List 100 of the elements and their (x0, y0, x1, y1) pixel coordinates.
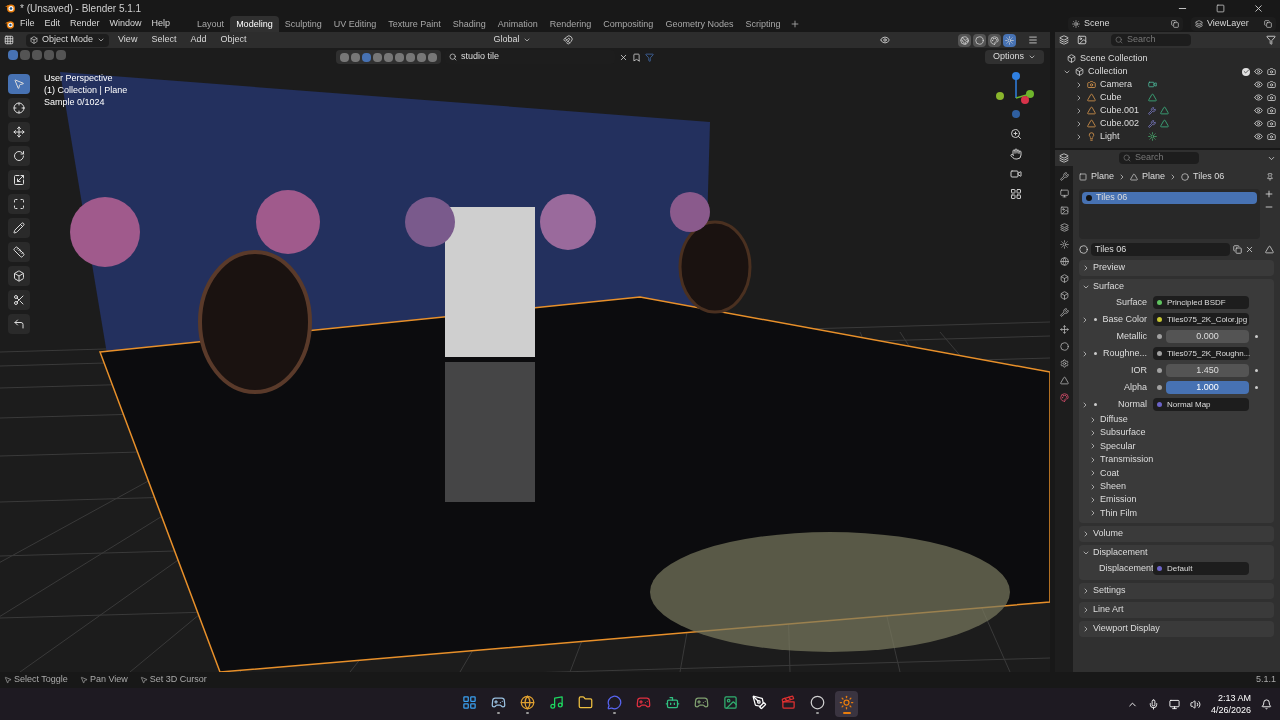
viewport-menu[interactable]: Select (146, 33, 182, 47)
expand-icon[interactable] (1081, 400, 1089, 409)
viewport-menu[interactable]: Object (215, 33, 252, 47)
visibility-icon[interactable] (1254, 93, 1263, 102)
add-slot-icon[interactable] (1264, 189, 1274, 199)
shading-toggle[interactable] (988, 33, 1001, 47)
visibility-icon[interactable] (880, 35, 890, 45)
properties-tab-icon[interactable] (1059, 172, 1069, 181)
shading-toggle[interactable] (1003, 33, 1016, 47)
shading-toggle[interactable] (973, 33, 986, 47)
pin-icon[interactable] (1266, 173, 1274, 181)
view-layer-selector[interactable]: ViewLayer (1191, 17, 1276, 31)
panel-header[interactable]: Viewport Display (1079, 621, 1274, 637)
shading-toggle[interactable] (958, 33, 971, 47)
subpanel-header[interactable]: Specular (1079, 439, 1274, 454)
tool-button[interactable] (8, 98, 30, 118)
render-icon[interactable] (1267, 93, 1276, 102)
material-name-field[interactable]: Tiles 06 (1091, 243, 1230, 256)
display-mode-icon[interactable] (1059, 35, 1069, 45)
viewport-menu[interactable]: Add (185, 33, 212, 47)
menu-item[interactable]: Edit (39, 17, 66, 31)
workspace-tab[interactable]: Shading (446, 16, 492, 32)
panel-header[interactable]: Settings (1079, 583, 1274, 599)
microphone-icon[interactable] (1147, 698, 1159, 710)
notification-icon[interactable] (1261, 698, 1272, 710)
panel-header[interactable]: Volume (1079, 526, 1274, 542)
workspace-tab[interactable]: Modeling (230, 16, 279, 32)
properties-tab-icon[interactable] (1059, 376, 1069, 385)
outliner-item[interactable]: Camera (1100, 78, 1144, 91)
properties-tab-icon[interactable] (1059, 393, 1069, 402)
material-slot[interactable]: Tiles 06 (1082, 192, 1257, 204)
workspace-tab[interactable]: Layout (191, 16, 231, 32)
workspace-tab[interactable]: Sculpting (278, 16, 328, 32)
mode-dropdown[interactable]: Object Mode (26, 33, 110, 47)
visibility-icon[interactable] (1254, 119, 1263, 128)
subpanel-header[interactable]: Diffuse (1079, 413, 1274, 427)
restore-icon[interactable] (1216, 3, 1225, 13)
tool-button[interactable] (8, 146, 30, 166)
scene-selector[interactable]: Scene (1068, 17, 1183, 31)
properties-tab-icon[interactable] (1059, 274, 1069, 283)
outliner-item[interactable]: Cube (1100, 91, 1144, 104)
workspace-tab[interactable]: Scripting (739, 16, 787, 32)
properties-search-field[interactable]: Search (1119, 152, 1199, 164)
duplicate-icon[interactable] (1233, 245, 1242, 254)
expand-icon[interactable] (1081, 349, 1089, 358)
subpanel-header[interactable]: Coat (1079, 466, 1274, 480)
unlink-icon[interactable] (1245, 245, 1254, 254)
include-checkbox[interactable] (1242, 67, 1250, 76)
subpanel-header[interactable]: Transmission (1079, 453, 1274, 467)
panel-header[interactable]: Displacement (1079, 545, 1274, 561)
node-link-field[interactable]: Tiles075_2K_Roughn... (1153, 347, 1249, 360)
render-icon[interactable] (1267, 106, 1276, 115)
node-link-field[interactable]: Principled BSDF (1153, 296, 1249, 309)
workspace-tab[interactable]: Animation (491, 16, 544, 32)
tool-button[interactable] (8, 194, 30, 214)
properties-tab-icon[interactable] (1059, 342, 1069, 351)
subpanel-header[interactable]: Sheen (1079, 479, 1274, 494)
visibility-icon[interactable] (1254, 80, 1263, 89)
menu-item[interactable]: File (15, 17, 40, 31)
material-browse-icon[interactable] (1079, 245, 1088, 254)
editor-type-icon[interactable] (1059, 153, 1069, 163)
visibility-icon[interactable] (1254, 106, 1263, 115)
options-button[interactable]: Options (984, 50, 1044, 64)
number-field[interactable]: 1.000 (1166, 381, 1249, 394)
render-icon[interactable] (1267, 67, 1276, 76)
workspace-tab[interactable]: Geometry Nodes (659, 16, 740, 32)
properties-tab-icon[interactable] (1059, 240, 1069, 249)
tool-button[interactable] (8, 242, 30, 262)
visibility-icon[interactable] (1254, 132, 1263, 141)
clear-search-icon[interactable] (619, 52, 628, 62)
network-icon[interactable] (1168, 698, 1180, 710)
properties-tab-icon[interactable] (1059, 206, 1069, 215)
taskbar-app-icon[interactable] (835, 691, 859, 717)
editor-type-icon[interactable] (4, 35, 14, 45)
panel-header[interactable]: Preview (1079, 260, 1274, 275)
viewport-menu[interactable]: View (113, 33, 143, 47)
node-link-field[interactable]: Default (1153, 562, 1249, 576)
outliner-item[interactable]: Collection (1088, 65, 1238, 78)
outliner-item[interactable]: Cube.002 (1100, 117, 1144, 130)
snap-icon[interactable] (563, 35, 574, 45)
expand-icon[interactable] (1081, 315, 1089, 324)
orientation-dropdown[interactable]: Global (489, 33, 536, 47)
clock-date[interactable]: 4/26/2026 (1210, 704, 1251, 716)
properties-tab-icon[interactable] (1059, 223, 1069, 232)
menu-item[interactable]: Render (65, 17, 105, 31)
tool-button[interactable] (8, 74, 30, 94)
clock-time[interactable]: 2:13 AM (1218, 692, 1251, 704)
outliner-item[interactable]: Cube.001 (1100, 104, 1144, 117)
workspace-tab[interactable]: Compositing (597, 16, 660, 32)
subpanel-header[interactable]: Subsurface (1079, 426, 1274, 440)
tool-button[interactable] (8, 266, 30, 286)
tool-button[interactable] (8, 170, 30, 190)
subpanel-header[interactable]: Emission (1079, 493, 1274, 507)
subpanel-header[interactable]: Thin Film (1079, 506, 1274, 521)
tool-button[interactable] (8, 314, 30, 334)
properties-tab-icon[interactable] (1059, 308, 1069, 317)
render-icon[interactable] (1267, 119, 1276, 128)
bookmark-icon[interactable] (632, 52, 641, 62)
outliner-search-field[interactable]: Search (1111, 34, 1191, 46)
menu-item[interactable]: Window (104, 17, 147, 31)
